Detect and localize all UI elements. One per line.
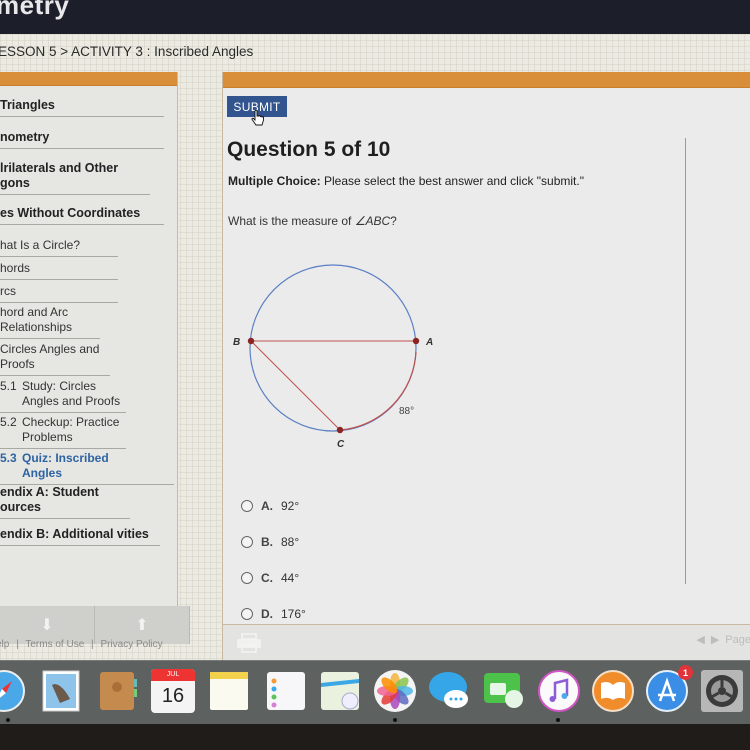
panel-footer: ◀ ▶ Page [223,624,750,660]
sidebar-activity-5-2[interactable]: 5.2 Checkup: Practice Problems [0,415,126,449]
point-a [412,337,420,345]
footer-separator: | [16,639,19,650]
reminders-icon[interactable] [264,669,308,713]
instruction-text: Please select the best answer and click … [320,174,584,188]
arc-measure-label: 88° [399,406,414,417]
choice-a[interactable]: A. 92° [241,497,306,515]
circle-diagram: B A C 88° [233,264,433,450]
breadcrumb: ESSON 5 > ACTIVITY 3 : Inscribed Angles [0,44,254,59]
choice-c[interactable]: C. 44° [241,569,306,587]
system-preferences-icon[interactable] [700,669,744,713]
question-title: Question 5 of 10 [227,138,391,161]
sidebar-lesson-circles-angles[interactable]: Circles Angles and Proofs [0,342,110,376]
sidebar-appendix-a[interactable]: endix A: Student ources [0,485,130,519]
mail-icon[interactable] [40,669,84,713]
angle-abc: ∠ABC [354,214,391,228]
sidebar-lesson-chords[interactable]: hords [0,261,118,280]
running-indicator [556,718,560,722]
page-label: Page [725,633,750,646]
contacts-icon[interactable] [96,669,140,713]
app-title: metry [0,0,70,20]
page: ESSON 5 > ACTIVITY 3 : Inscribed Angles … [0,34,750,660]
radio-button[interactable] [241,536,253,548]
print-icon[interactable] [235,633,263,653]
label-c: C [337,439,345,450]
sidebar-activity-5-3[interactable]: 5.3 Quiz: Inscribed Angles [0,451,174,485]
arrow-down-icon: ⬇ [40,617,54,634]
screen-bezel [0,724,750,750]
question-prompt: What is the measure of ∠ABC? [228,214,397,228]
sidebar-lesson-arcs[interactable]: rcs [0,284,118,303]
sidebar-unit-trigonometry[interactable]: nometry [0,130,164,149]
calendar-icon[interactable]: JUL 16 [151,669,195,713]
sidebar-lesson-chord-arc[interactable]: hord and Arc Relationships [0,305,100,339]
app-header: metry [0,0,750,34]
running-indicator [6,718,10,722]
sidebar-unit-triangles[interactable]: Triangles [0,98,164,117]
footer-links: elp | Terms of Use | Privacy Policy [0,639,167,650]
prev-page-button[interactable]: ◀ [696,633,704,646]
maps-icon[interactable] [318,669,362,713]
page-navigation: ◀ ▶ Page [696,633,750,647]
sidebar: Triangles nometry lrilaterals and Other … [0,72,190,644]
sidebar-lesson-what-is-circle[interactable]: hat Is a Circle? [0,238,118,257]
divider [685,138,686,584]
choice-b[interactable]: B. 88° [241,533,306,551]
chord-bc [250,340,341,431]
dock: JUL 16 1 [0,660,750,724]
messages-icon[interactable] [428,669,472,713]
choice-value: 176° [281,607,306,621]
itunes-icon[interactable] [537,669,581,713]
ibooks-icon[interactable] [591,669,635,713]
radio-button[interactable] [241,608,253,620]
label-b: B [233,337,240,348]
privacy-link[interactable]: Privacy Policy [100,639,162,650]
choice-value: 44° [281,571,300,585]
instruction-type: Multiple Choice: [228,174,321,188]
calendar-month: JUL [151,669,195,681]
panel-header-bar [223,72,750,88]
question-panel: SUBMIT Question 5 of 10 Multiple Choice:… [222,72,750,660]
point-b [247,337,255,345]
app-store-icon[interactable]: 1 [645,665,693,713]
arrow-up-icon: ⬆ [135,617,149,634]
label-a: A [425,337,433,348]
choice-value: 92° [281,499,300,513]
sidebar-appendix-b[interactable]: endix B: Additional vities [0,527,160,546]
footer-separator: | [91,639,94,650]
sidebar-unit-quadrilaterals[interactable]: lrilaterals and Other gons [0,161,150,195]
question-instructions: Multiple Choice: Please select the best … [228,174,584,188]
help-link[interactable]: elp [0,639,9,650]
next-page-button[interactable]: ▶ [711,633,719,646]
point-c [336,426,344,434]
sidebar-activity-5-1[interactable]: 5.1 Study: Circles Angles and Proofs [0,379,126,413]
choice-value: 88° [281,535,300,549]
answer-choices: A. 92° B. 88° C. 44° D. 176° [241,497,306,641]
terms-link[interactable]: Terms of Use [25,639,84,650]
photos-icon[interactable] [373,669,417,713]
choice-d[interactable]: D. 176° [241,605,306,623]
sidebar-unit-circles[interactable]: es Without Coordinates [0,206,164,225]
radio-button[interactable] [241,500,253,512]
safari-icon[interactable] [0,669,26,713]
notes-icon[interactable] [207,669,251,713]
facetime-icon[interactable] [482,669,526,713]
running-indicator [393,718,397,722]
calendar-day: 16 [161,685,185,707]
notification-badge: 1 [678,665,693,680]
sidebar-header-bar [0,72,177,86]
radio-button[interactable] [241,572,253,584]
hand-cursor-icon [251,110,264,126]
